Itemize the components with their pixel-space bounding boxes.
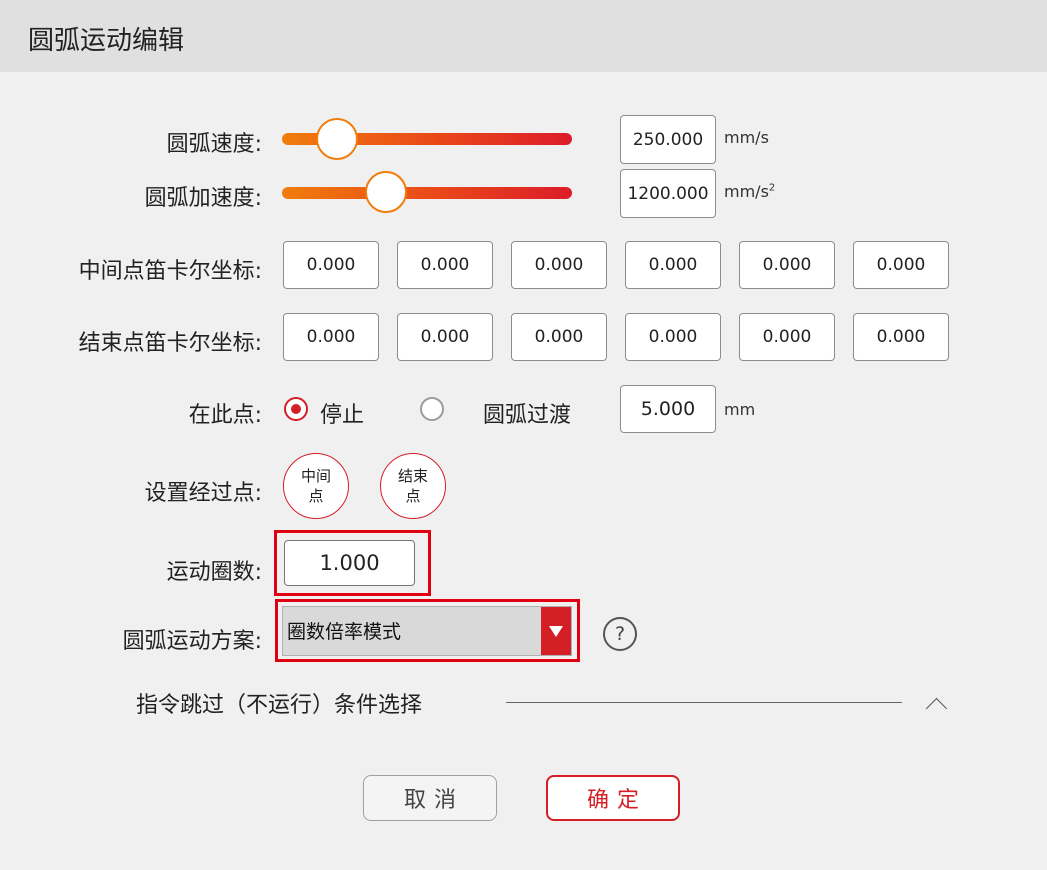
scheme-select[interactable]: 圈数倍率模式 — [282, 606, 572, 656]
mid-point-coord-5[interactable]: 0.000 — [739, 241, 835, 289]
blend-radio[interactable] — [420, 397, 444, 421]
ok-button[interactable]: 确定 — [546, 775, 680, 821]
mid-point-label: 中间点笛卡尔坐标: — [78, 259, 262, 284]
end-point-coord-1[interactable]: 0.000 — [283, 313, 379, 361]
arc-accel-unit-sup: 2 — [768, 182, 776, 194]
mid-point-coord-4[interactable]: 0.000 — [625, 241, 721, 289]
arc-accel-slider-thumb[interactable] — [365, 171, 408, 213]
arc-speed-input[interactable]: 250.000 — [620, 115, 716, 164]
arc-accel-input[interactable]: 1200.000 — [620, 169, 716, 218]
end-point-label: 结束点笛卡尔坐标: — [78, 331, 262, 356]
turns-label: 运动圈数: — [166, 560, 262, 585]
end-point-coord-4[interactable]: 0.000 — [625, 313, 721, 361]
end-point-coord-3[interactable]: 0.000 — [511, 313, 607, 361]
arc-accel-unit-base: mm/s — [724, 182, 769, 201]
end-point-coord-5[interactable]: 0.000 — [739, 313, 835, 361]
stop-radio-label[interactable]: 停止 — [320, 397, 364, 429]
mid-point-coord-2[interactable]: 0.000 — [397, 241, 493, 289]
set-mid-point-button[interactable]: 中间 点 — [283, 453, 349, 519]
window-title: 圆弧运动编辑 — [28, 26, 185, 56]
mid-point-coord-1[interactable]: 0.000 — [283, 241, 379, 289]
arc-accel-slider[interactable] — [282, 187, 572, 199]
scheme-label: 圆弧运动方案: — [122, 629, 262, 654]
arc-accel-label: 圆弧加速度: — [144, 186, 262, 211]
arc-speed-slider-thumb[interactable] — [316, 118, 359, 160]
mid-point-coord-6[interactable]: 0.000 — [853, 241, 949, 289]
turns-input[interactable]: 1.000 — [284, 540, 415, 586]
blend-radio-label[interactable]: 圆弧过渡 — [483, 397, 571, 429]
arc-speed-label: 圆弧速度: — [166, 132, 262, 157]
scheme-selected-value: 圈数倍率模式 — [287, 621, 402, 643]
arc-speed-unit: mm/s — [724, 128, 769, 147]
dropdown-arrow-icon[interactable] — [541, 607, 571, 655]
blend-distance-input[interactable]: 5.000 — [620, 385, 716, 433]
blend-distance-unit: mm — [724, 400, 756, 419]
mid-point-coord-3[interactable]: 0.000 — [511, 241, 607, 289]
end-point-coord-6[interactable]: 0.000 — [853, 313, 949, 361]
end-point-coord-2[interactable]: 0.000 — [397, 313, 493, 361]
via-points-label: 设置经过点: — [144, 481, 262, 506]
skip-section-title: 指令跳过（不运行）条件选择 — [136, 693, 423, 718]
arc-accel-unit: mm/s2 — [724, 182, 775, 201]
chevron-up-icon[interactable] — [925, 697, 948, 720]
section-divider — [506, 702, 902, 703]
help-icon[interactable]: ? — [603, 617, 637, 651]
stop-radio[interactable] — [284, 397, 308, 421]
cancel-button[interactable]: 取消 — [363, 775, 497, 821]
set-end-point-button[interactable]: 结束 点 — [380, 453, 446, 519]
at-point-label: 在此点: — [188, 403, 262, 428]
title-bar: 圆弧运动编辑 — [0, 0, 1047, 72]
